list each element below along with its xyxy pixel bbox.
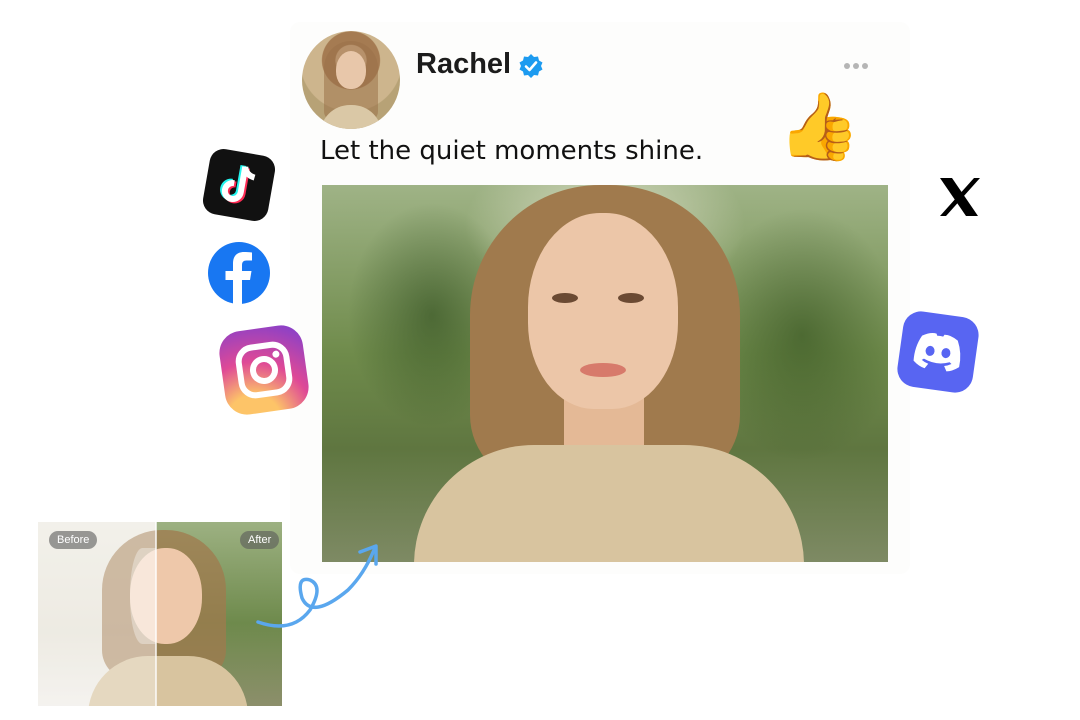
x-icon[interactable] <box>926 164 992 230</box>
comparison-divider[interactable] <box>155 522 157 706</box>
avatar[interactable] <box>302 31 400 129</box>
more-options-icon[interactable] <box>842 60 870 72</box>
photo-lips <box>580 363 626 377</box>
before-label: Before <box>49 531 98 549</box>
post-photo <box>322 185 888 562</box>
facebook-icon[interactable] <box>208 242 270 304</box>
thumbs-up-icon[interactable]: 👍 <box>778 86 860 166</box>
photo-shirt <box>414 445 804 562</box>
photo-face <box>528 213 678 409</box>
instagram-icon[interactable] <box>216 322 312 418</box>
tiktok-icon[interactable] <box>200 146 278 224</box>
post-caption: Let the quiet moments shine. <box>320 136 704 166</box>
curved-arrow-icon <box>256 544 378 628</box>
photo-eye-left <box>552 293 578 303</box>
photo-eye-right <box>618 293 644 303</box>
before-wash-overlay <box>38 522 156 706</box>
before-after-comparison[interactable]: Before After <box>38 522 282 706</box>
verified-badge-icon <box>519 54 543 78</box>
username[interactable]: Rachel <box>416 48 511 81</box>
avatar-face <box>336 51 366 89</box>
discord-icon[interactable] <box>895 309 981 395</box>
